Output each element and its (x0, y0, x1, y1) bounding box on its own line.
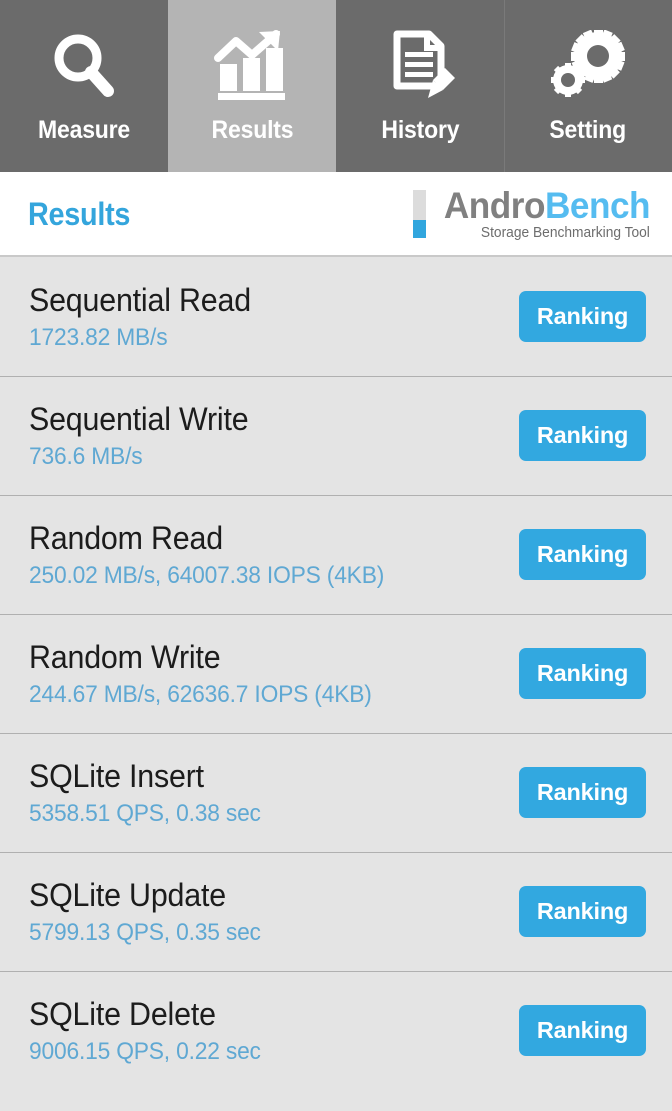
ranking-button[interactable]: Ranking (519, 291, 646, 342)
tab-measure-label: Measure (37, 115, 131, 144)
result-value: 5799.13 QPS, 0.35 sec (29, 918, 261, 946)
bar-chart-arrow-icon (214, 28, 290, 102)
tab-setting[interactable]: Setting (504, 0, 672, 172)
logo-bar-icon (412, 190, 426, 239)
result-row-random-write: Random Write 244.67 MB/s, 62636.7 IOPS (… (0, 614, 672, 733)
result-value: 1723.82 MB/s (29, 323, 168, 351)
result-row-sequential-read: Sequential Read 1723.82 MB/s Ranking (0, 257, 672, 376)
tab-results-label: Results (211, 115, 293, 144)
ranking-button[interactable]: Ranking (519, 767, 646, 818)
ranking-button[interactable]: Ranking (519, 1005, 646, 1056)
logo-word-secondary: Bench (544, 184, 651, 226)
tab-history-label: History (381, 115, 459, 144)
logo-tagline: Storage Benchmarking Tool (481, 225, 650, 242)
tab-history[interactable]: History (336, 0, 504, 172)
tab-bar: Measure Results History Setting (0, 0, 672, 172)
tab-results[interactable]: Results (168, 0, 336, 172)
result-row-sqlite-delete: SQLite Delete 9006.15 QPS, 0.22 sec Rank… (0, 971, 672, 1090)
result-row-sqlite-update: SQLite Update 5799.13 QPS, 0.35 sec Rank… (0, 852, 672, 971)
result-name: SQLite Update (29, 877, 226, 914)
magnifier-icon (48, 28, 120, 102)
list-empty-space (0, 1090, 672, 1111)
result-name: Sequential Write (29, 401, 249, 438)
result-value: 736.6 MB/s (29, 442, 143, 470)
result-name: Sequential Read (29, 282, 251, 319)
result-value: 250.02 MB/s, 64007.38 IOPS (4KB) (29, 561, 385, 589)
result-value: 9006.15 QPS, 0.22 sec (29, 1037, 261, 1065)
document-pencil-icon (383, 28, 457, 102)
logo-word-primary: Andro (443, 184, 546, 226)
page-header: Results AndroBench Storage Benchmarking … (0, 172, 672, 257)
app-root: Measure Results History Setting Results … (0, 0, 672, 1111)
tab-measure[interactable]: Measure (0, 0, 168, 172)
gears-icon (550, 28, 626, 102)
result-row-sqlite-insert: SQLite Insert 5358.51 QPS, 0.38 sec Rank… (0, 733, 672, 852)
ranking-button[interactable]: Ranking (519, 886, 646, 937)
tab-setting-label: Setting (549, 115, 627, 144)
result-row-sequential-write: Sequential Write 736.6 MB/s Ranking (0, 376, 672, 495)
ranking-button[interactable]: Ranking (519, 529, 646, 580)
results-list: Sequential Read 1723.82 MB/s Ranking Seq… (0, 257, 672, 1090)
result-value: 244.67 MB/s, 62636.7 IOPS (4KB) (29, 680, 372, 708)
result-name: SQLite Delete (29, 996, 216, 1033)
androbench-logo: AndroBench Storage Benchmarking Tool (412, 184, 651, 242)
result-name: Random Write (29, 639, 221, 676)
result-row-random-read: Random Read 250.02 MB/s, 64007.38 IOPS (… (0, 495, 672, 614)
ranking-button[interactable]: Ranking (519, 648, 646, 699)
result-name: Random Read (29, 520, 223, 557)
page-title: Results (28, 196, 131, 232)
ranking-button[interactable]: Ranking (519, 410, 646, 461)
result-name: SQLite Insert (29, 758, 204, 795)
result-value: 5358.51 QPS, 0.38 sec (29, 799, 261, 827)
